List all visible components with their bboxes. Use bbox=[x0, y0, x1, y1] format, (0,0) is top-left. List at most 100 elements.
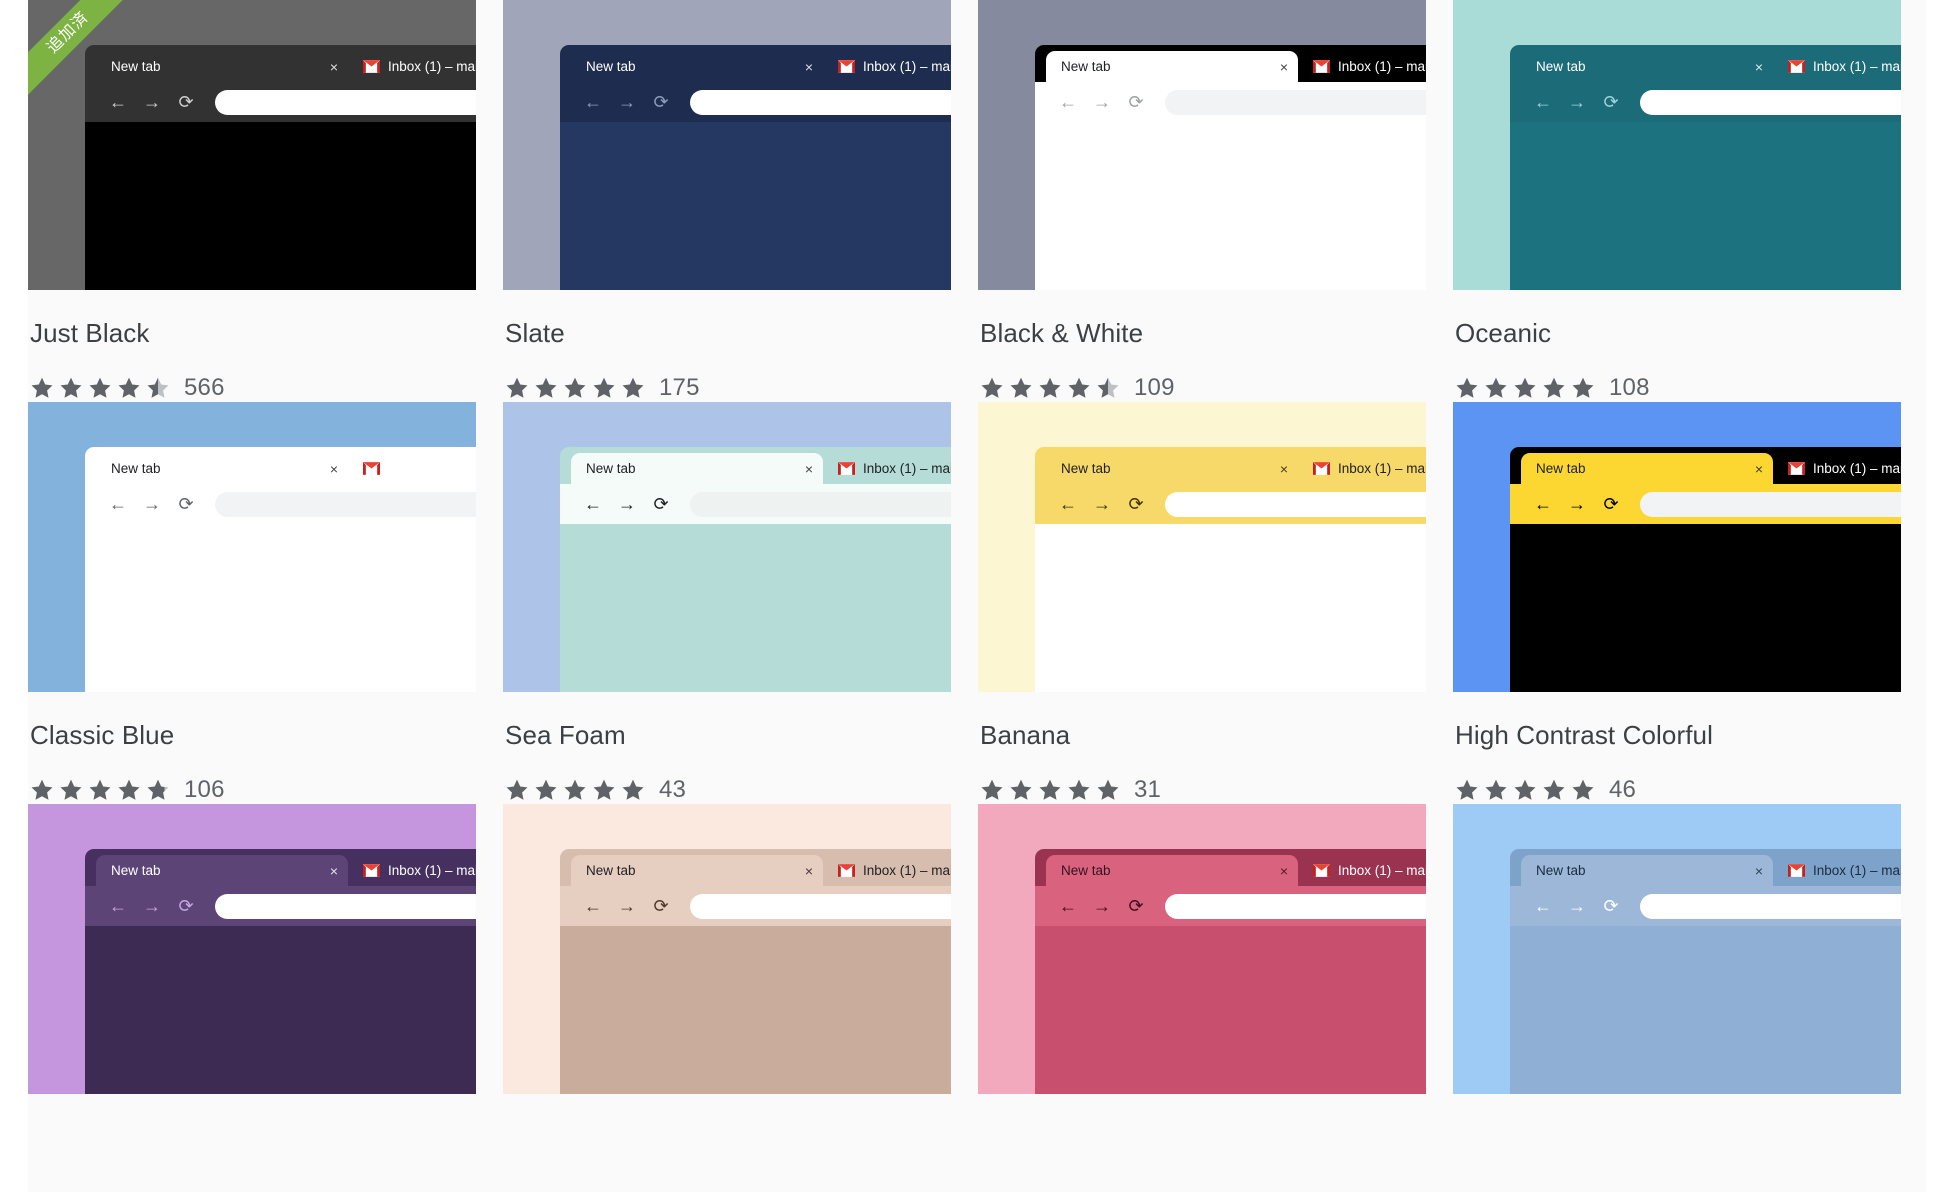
close-icon[interactable]: × bbox=[330, 462, 338, 476]
inactive-tab[interactable]: Inbox (1) – mail@ bbox=[1782, 855, 1901, 886]
address-bar[interactable] bbox=[690, 491, 951, 517]
reload-icon[interactable]: ⟳ bbox=[1119, 87, 1153, 117]
inactive-tab[interactable]: Inbox (1) – mail@ bbox=[832, 855, 951, 886]
close-icon[interactable]: × bbox=[805, 60, 813, 74]
active-tab[interactable]: New tab × bbox=[1521, 453, 1773, 484]
theme-card[interactable]: New tab × Inbox (1) – mail@ bbox=[1453, 0, 1928, 402]
theme-card[interactable]: New tab × Inbox (1) – mail@ bbox=[28, 0, 503, 402]
close-icon[interactable]: × bbox=[1755, 864, 1763, 878]
back-icon[interactable]: ← bbox=[1051, 87, 1085, 117]
reload-icon[interactable]: ⟳ bbox=[644, 891, 678, 921]
inactive-tab[interactable]: Inbox (1) – mail@ bbox=[1307, 51, 1426, 82]
address-bar[interactable] bbox=[690, 89, 951, 115]
inactive-tab[interactable]: Inbox (1) – mail@ bbox=[832, 453, 951, 484]
inactive-tab[interactable]: Inbox (1) – mail@ bbox=[357, 51, 476, 82]
reload-icon[interactable]: ⟳ bbox=[1119, 891, 1153, 921]
address-bar[interactable] bbox=[690, 893, 951, 919]
inactive-tab[interactable]: Inbox (1) – mail@ bbox=[1307, 855, 1426, 886]
close-icon[interactable]: × bbox=[1755, 462, 1763, 476]
reload-icon[interactable]: ⟳ bbox=[1119, 489, 1153, 519]
forward-icon[interactable]: → bbox=[1560, 87, 1594, 117]
reload-icon[interactable]: ⟳ bbox=[644, 489, 678, 519]
active-tab[interactable]: New tab × bbox=[571, 855, 823, 886]
close-icon[interactable]: × bbox=[805, 864, 813, 878]
back-icon[interactable]: ← bbox=[1526, 891, 1560, 921]
active-tab[interactable]: New tab × bbox=[1046, 51, 1298, 82]
inactive-tab[interactable]: Inbox (1) – mail@ bbox=[1782, 51, 1901, 82]
inactive-tab[interactable]: Inbox (1) – mail@ bbox=[1307, 453, 1426, 484]
forward-icon[interactable]: → bbox=[135, 87, 169, 117]
back-icon[interactable]: ← bbox=[101, 87, 135, 117]
back-icon[interactable]: ← bbox=[1526, 87, 1560, 117]
address-bar[interactable] bbox=[1640, 893, 1901, 919]
reload-icon[interactable]: ⟳ bbox=[169, 891, 203, 921]
theme-thumbnail[interactable]: New tab × Inbox (1) – mail@ bbox=[503, 0, 951, 290]
active-tab[interactable]: New tab × bbox=[1046, 453, 1298, 484]
theme-card[interactable]: New tab × Inbox (1) – mail@ bbox=[1453, 402, 1928, 804]
forward-icon[interactable]: → bbox=[1560, 891, 1594, 921]
theme-thumbnail[interactable]: New tab × Inbox (1) – mail@ bbox=[28, 402, 476, 692]
theme-card[interactable]: New tab × Inbox (1) – mail@ bbox=[978, 0, 1453, 402]
close-icon[interactable]: × bbox=[330, 60, 338, 74]
theme-card[interactable]: New tab × Inbox (1) – mail@ bbox=[503, 804, 978, 1122]
inactive-tab[interactable]: Inbox (1) – mail@ bbox=[832, 51, 951, 82]
active-tab[interactable]: New tab × bbox=[1046, 855, 1298, 886]
forward-icon[interactable]: → bbox=[1085, 489, 1119, 519]
address-bar[interactable] bbox=[215, 491, 476, 517]
theme-thumbnail[interactable]: New tab × Inbox (1) – mail@ bbox=[503, 402, 951, 692]
theme-card[interactable]: New tab × Inbox (1) – mail@ bbox=[28, 804, 503, 1122]
theme-card[interactable]: New tab × Inbox (1) – mail@ bbox=[503, 402, 978, 804]
address-bar[interactable] bbox=[1165, 893, 1426, 919]
reload-icon[interactable]: ⟳ bbox=[169, 87, 203, 117]
active-tab[interactable]: New tab × bbox=[571, 51, 823, 82]
forward-icon[interactable]: → bbox=[610, 891, 644, 921]
back-icon[interactable]: ← bbox=[576, 891, 610, 921]
address-bar[interactable] bbox=[1640, 491, 1901, 517]
inactive-tab[interactable]: Inbox (1) – mail@ bbox=[357, 855, 476, 886]
active-tab[interactable]: New tab × bbox=[1521, 51, 1773, 82]
theme-card[interactable]: New tab × Inbox (1) – mail@ bbox=[978, 402, 1453, 804]
close-icon[interactable]: × bbox=[1280, 60, 1288, 74]
forward-icon[interactable]: → bbox=[135, 891, 169, 921]
active-tab[interactable]: New tab × bbox=[1521, 855, 1773, 886]
forward-icon[interactable]: → bbox=[1085, 891, 1119, 921]
forward-icon[interactable]: → bbox=[610, 87, 644, 117]
theme-thumbnail[interactable]: New tab × Inbox (1) – mail@ bbox=[978, 0, 1426, 290]
back-icon[interactable]: ← bbox=[576, 489, 610, 519]
reload-icon[interactable]: ⟳ bbox=[169, 489, 203, 519]
forward-icon[interactable]: → bbox=[610, 489, 644, 519]
theme-thumbnail[interactable]: New tab × Inbox (1) – mail@ bbox=[978, 402, 1426, 692]
theme-thumbnail[interactable]: New tab × Inbox (1) – mail@ bbox=[28, 804, 476, 1094]
theme-card[interactable]: New tab × Inbox (1) – mail@ bbox=[1453, 804, 1928, 1122]
reload-icon[interactable]: ⟳ bbox=[1594, 87, 1628, 117]
reload-icon[interactable]: ⟳ bbox=[644, 87, 678, 117]
forward-icon[interactable]: → bbox=[1560, 489, 1594, 519]
reload-icon[interactable]: ⟳ bbox=[1594, 489, 1628, 519]
forward-icon[interactable]: → bbox=[1085, 87, 1119, 117]
address-bar[interactable] bbox=[1165, 89, 1426, 115]
theme-thumbnail[interactable]: New tab × Inbox (1) – mail@ bbox=[28, 0, 476, 290]
address-bar[interactable] bbox=[215, 893, 476, 919]
address-bar[interactable] bbox=[1640, 89, 1901, 115]
theme-thumbnail[interactable]: New tab × Inbox (1) – mail@ bbox=[1453, 402, 1901, 692]
active-tab[interactable]: New tab × bbox=[96, 855, 348, 886]
theme-card[interactable]: New tab × Inbox (1) – mail@ bbox=[28, 402, 503, 804]
back-icon[interactable]: ← bbox=[576, 87, 610, 117]
active-tab[interactable]: New tab × bbox=[96, 51, 348, 82]
close-icon[interactable]: × bbox=[805, 462, 813, 476]
theme-card[interactable]: New tab × Inbox (1) – mail@ bbox=[978, 804, 1453, 1122]
active-tab[interactable]: New tab × bbox=[571, 453, 823, 484]
inactive-tab[interactable]: Inbox (1) – mail@ bbox=[1782, 453, 1901, 484]
active-tab[interactable]: New tab × bbox=[96, 453, 348, 484]
theme-thumbnail[interactable]: New tab × Inbox (1) – mail@ bbox=[1453, 804, 1901, 1094]
theme-card[interactable]: New tab × Inbox (1) – mail@ bbox=[503, 0, 978, 402]
back-icon[interactable]: ← bbox=[1051, 891, 1085, 921]
back-icon[interactable]: ← bbox=[1526, 489, 1560, 519]
address-bar[interactable] bbox=[1165, 491, 1426, 517]
back-icon[interactable]: ← bbox=[101, 891, 135, 921]
theme-thumbnail[interactable]: New tab × Inbox (1) – mail@ bbox=[1453, 0, 1901, 290]
forward-icon[interactable]: → bbox=[135, 489, 169, 519]
close-icon[interactable]: × bbox=[1755, 60, 1763, 74]
theme-thumbnail[interactable]: New tab × Inbox (1) – mail@ bbox=[978, 804, 1426, 1094]
back-icon[interactable]: ← bbox=[101, 489, 135, 519]
